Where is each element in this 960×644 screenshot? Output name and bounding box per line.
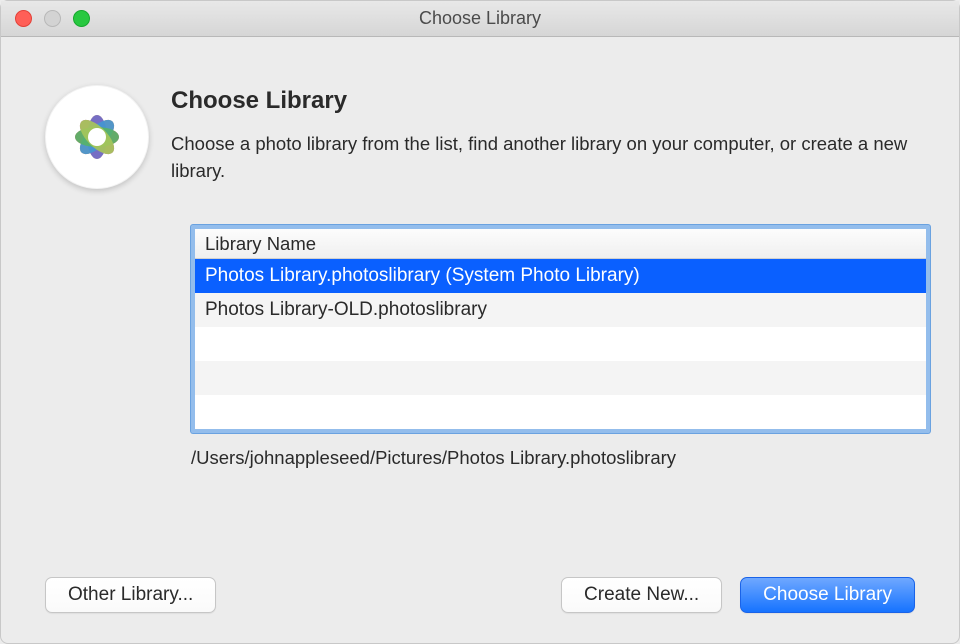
titlebar: Choose Library [1,1,959,37]
close-icon[interactable] [15,10,32,27]
window-title: Choose Library [1,8,959,29]
dialog-content: Choose Library Choose a photo library fr… [1,37,959,469]
table-row[interactable] [195,327,926,361]
table-body: Photos Library.photoslibrary (System Pho… [195,259,926,429]
table-row[interactable]: Photos Library-OLD.photoslibrary [195,293,926,327]
button-row: Other Library... Create New... Choose Li… [45,577,915,613]
choose-library-button[interactable]: Choose Library [740,577,915,613]
selected-library-path: /Users/johnappleseed/Pictures/Photos Lib… [191,447,930,469]
column-header-library-name[interactable]: Library Name [195,229,926,259]
dialog-subheading: Choose a photo library from the list, fi… [171,131,915,185]
other-library-button[interactable]: Other Library... [45,577,216,613]
minimize-icon [44,10,61,27]
dialog-heading: Choose Library [171,87,915,115]
create-new-button[interactable]: Create New... [561,577,722,613]
app-icon-container [45,85,149,189]
zoom-icon[interactable] [73,10,90,27]
table-row[interactable] [195,361,926,395]
photos-app-icon [45,85,149,189]
library-table: Library Name Photos Library.photoslibrar… [191,225,930,433]
window-controls [15,10,90,27]
table-row[interactable]: Photos Library.photoslibrary (System Pho… [195,259,926,293]
table-row[interactable] [195,395,926,429]
